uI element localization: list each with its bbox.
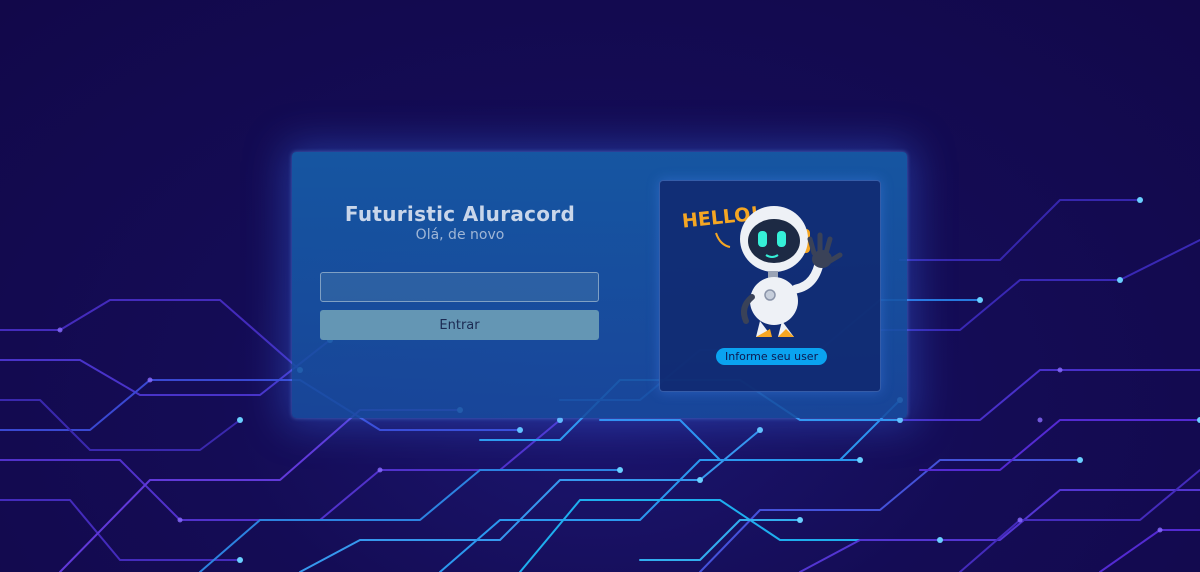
robot-avatar-image: HELLO! <box>681 203 843 337</box>
enter-button[interactable]: Entrar <box>320 310 599 340</box>
avatar-panel: HELLO! Informe seu user <box>659 180 881 392</box>
login-card: Futuristic Aluracord Olá, de novo Entrar… <box>292 152 907 418</box>
username-badge: Informe seu user <box>716 348 828 365</box>
app-title: Futuristic Aluracord <box>344 202 576 226</box>
username-input[interactable] <box>320 272 599 302</box>
login-form: Futuristic Aluracord Olá, de novo Entrar <box>320 200 600 340</box>
welcome-subtitle: Olá, de novo <box>415 227 505 243</box>
